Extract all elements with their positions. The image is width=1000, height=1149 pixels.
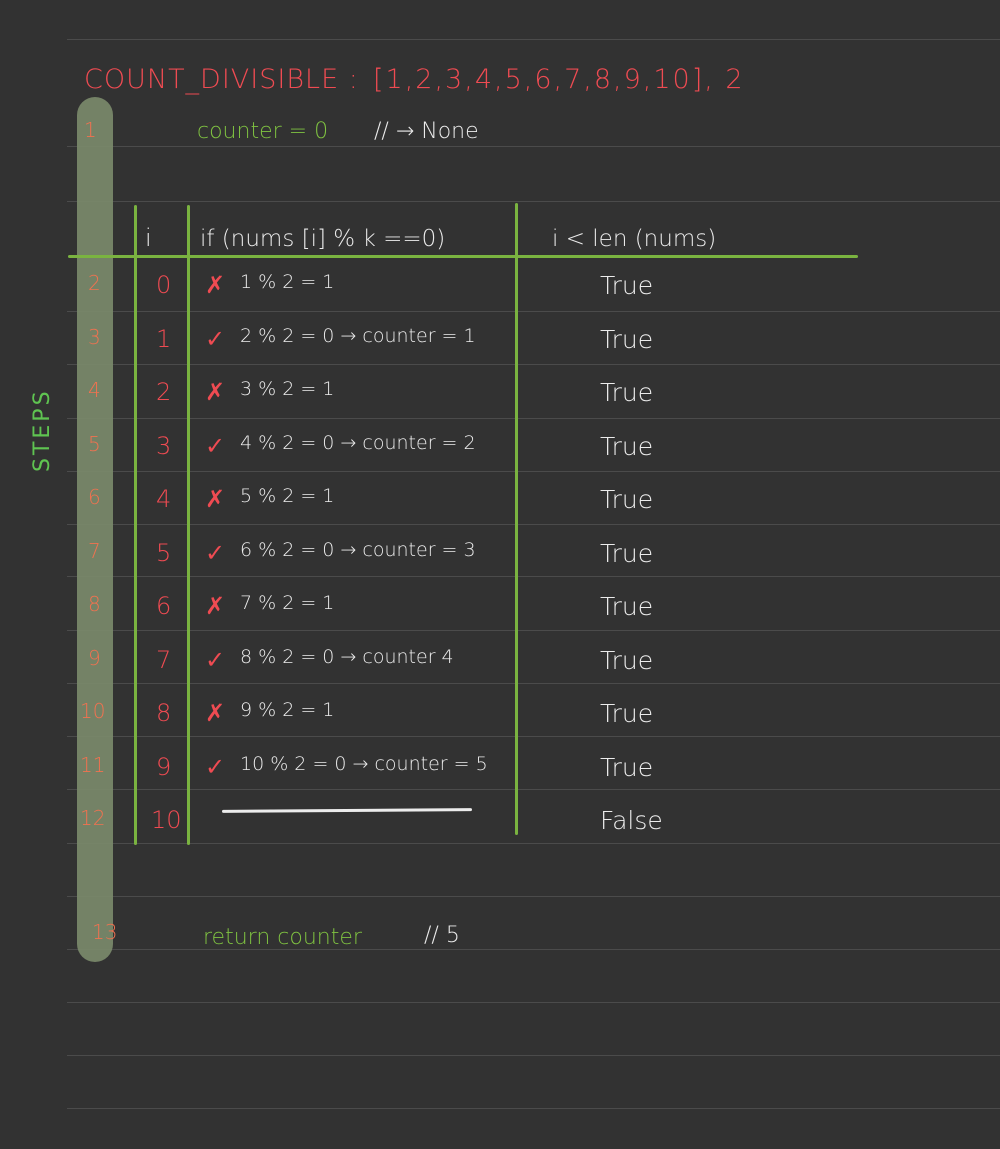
condition-expression: 6 % 2 = 0 → counter = 3 [240, 539, 476, 561]
loop-condition-value: True [600, 485, 654, 514]
loop-condition-value: True [600, 378, 654, 407]
condition-expression: 3 % 2 = 1 [240, 378, 335, 400]
function-args: [1,2,3,4,5,6,7,8,9,10], 2 [373, 64, 745, 95]
cross-icon: ✗ [205, 699, 226, 727]
ruled-line [67, 471, 1000, 472]
condition-expression: 4 % 2 = 0 → counter = 2 [240, 432, 476, 454]
loop-index: 4 [156, 485, 172, 513]
step-number: 4 [88, 378, 101, 402]
loop-index: 7 [156, 646, 172, 674]
condition-expression: 10 % 2 = 0 → counter = 5 [240, 753, 488, 775]
ruled-line [67, 311, 1000, 312]
loop-index: 2 [156, 378, 172, 406]
function-name: COUNT_DIVISIBLE : [84, 64, 359, 95]
loop-index: 0 [156, 271, 172, 299]
notebook-page: COUNT_DIVISIBLE : [1,2,3,4,5,6,7,8,9,10]… [0, 0, 1000, 1149]
return-comment: // 5 [424, 923, 460, 948]
check-icon: ✓ [205, 539, 226, 567]
header-i: i [145, 224, 152, 252]
empty-condition-dash [221, 808, 473, 813]
loop-index: 3 [156, 432, 172, 460]
loop-condition-value: True [600, 592, 654, 621]
header-loop-condition: i < len (nums) [552, 226, 717, 252]
ruled-line [67, 1002, 1000, 1003]
step-number: 3 [88, 325, 101, 349]
ruled-line [67, 630, 1000, 631]
step-number: 9 [88, 646, 101, 670]
header-condition: if (nums [i] % k ==0) [200, 226, 446, 252]
return-code: return counter [203, 925, 362, 950]
check-icon: ✓ [205, 646, 226, 674]
step-number: 6 [88, 485, 101, 509]
check-icon: ✓ [205, 753, 226, 781]
check-icon: ✓ [205, 432, 226, 460]
condition-expression: 2 % 2 = 0 → counter = 1 [240, 325, 476, 347]
ruled-line [67, 843, 1000, 844]
loop-index: 9 [156, 753, 172, 781]
loop-condition-value: True [600, 271, 654, 300]
loop-condition-value: True [600, 699, 654, 728]
condition-expression: 1 % 2 = 1 [240, 271, 335, 293]
ruled-line [67, 1108, 1000, 1109]
condition-expression: 5 % 2 = 1 [240, 485, 335, 507]
steps-column-highlight [77, 97, 113, 962]
step-number: 5 [88, 432, 101, 456]
ruled-line [67, 418, 1000, 419]
table-divider-condition [515, 203, 518, 835]
ruled-line [67, 576, 1000, 577]
step-number: 10 [80, 699, 106, 723]
ruled-line [67, 736, 1000, 737]
step-number: 2 [88, 271, 101, 295]
ruled-line [67, 1055, 1000, 1056]
ruled-line [67, 789, 1000, 790]
loop-condition-value: True [600, 753, 654, 782]
loop-index: 1 [156, 325, 172, 353]
loop-condition-value: False [600, 806, 663, 835]
cross-icon: ✗ [205, 271, 226, 299]
condition-expression: 7 % 2 = 1 [240, 592, 335, 614]
cross-icon: ✗ [205, 378, 226, 406]
ruled-line [67, 364, 1000, 365]
ruled-line [67, 683, 1000, 684]
step-number: 12 [80, 806, 106, 830]
init-code: counter = 0 [197, 119, 329, 144]
loop-condition-value: True [600, 646, 654, 675]
step-number: 1 [84, 118, 97, 142]
ruled-line [67, 39, 1000, 40]
step-number: 13 [92, 920, 118, 944]
cross-icon: ✗ [205, 592, 226, 620]
loop-index: 10 [151, 806, 182, 834]
step-number: 8 [88, 592, 101, 616]
ruled-line [67, 201, 1000, 202]
init-comment: // → None [374, 119, 479, 144]
condition-expression: 9 % 2 = 1 [240, 699, 335, 721]
loop-condition-value: True [600, 432, 654, 461]
loop-index: 5 [156, 539, 172, 567]
ruled-line [67, 524, 1000, 525]
step-number: 11 [80, 753, 106, 777]
loop-condition-value: True [600, 539, 654, 568]
loop-index: 8 [156, 699, 172, 727]
ruled-line [67, 146, 1000, 147]
ruled-line [67, 896, 1000, 897]
steps-label: STEPS [30, 388, 55, 472]
condition-expression: 8 % 2 = 0 → counter 4 [240, 646, 454, 668]
table-divider-steps [134, 205, 137, 845]
check-icon: ✓ [205, 325, 226, 353]
cross-icon: ✗ [205, 485, 226, 513]
loop-index: 6 [156, 592, 172, 620]
loop-condition-value: True [600, 325, 654, 354]
table-divider-i [187, 205, 190, 845]
step-number: 7 [88, 539, 101, 563]
